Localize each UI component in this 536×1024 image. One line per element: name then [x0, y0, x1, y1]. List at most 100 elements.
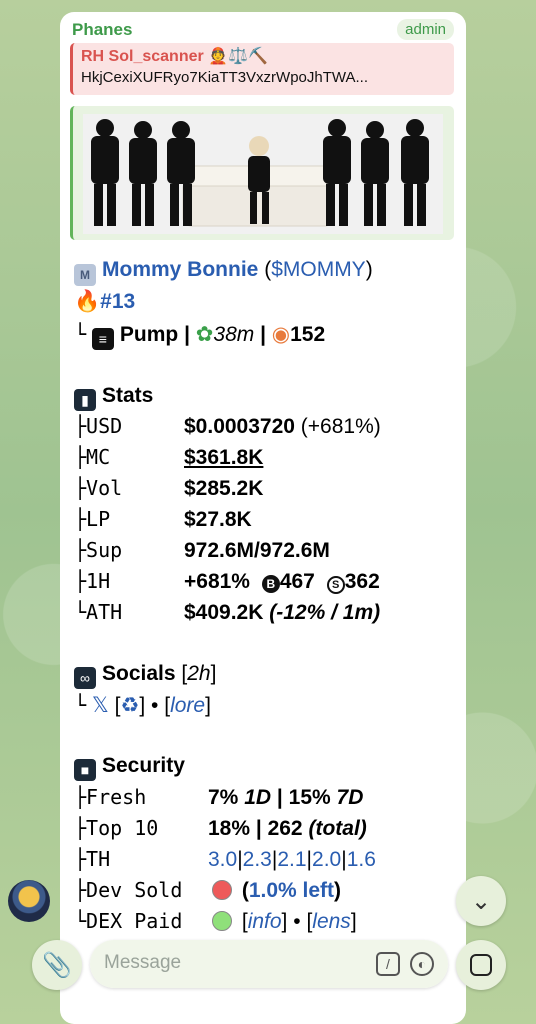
sticker-icon[interactable]: ◐ [410, 952, 434, 976]
stats-row-ath: └ATH $409.2K (-12% / 1m) [74, 600, 380, 625]
stats-row-mc: ├MC $361.8K [74, 445, 263, 470]
info-link[interactable]: info [248, 910, 282, 933]
sender-avatar[interactable] [8, 880, 50, 922]
security-row-fresh: ├Fresh 7% 1D | 15% 7D [74, 785, 363, 810]
fresh-1d: 7% [208, 786, 239, 809]
sell-count: 362 [344, 570, 380, 593]
holder-link[interactable]: 3.0 [208, 848, 237, 871]
security-label: ├TH [74, 847, 111, 871]
stat-value: $285.2K [184, 477, 264, 500]
bullet: • [293, 910, 301, 933]
dev-left-link[interactable]: 1.0% left [249, 879, 334, 902]
socials-title: Socials [102, 662, 176, 685]
instagram-camera-icon [470, 954, 492, 976]
socials-age: 2h [187, 662, 211, 685]
token-symbol-link[interactable]: $MOMMY [271, 258, 366, 281]
admin-badge: admin [397, 19, 454, 40]
stat-value: $27.8K [184, 508, 252, 531]
holder-link[interactable]: 1.6 [347, 848, 376, 871]
paren: ( [241, 879, 249, 902]
bracket: ] [210, 662, 217, 685]
holder-link[interactable]: 2.1 [277, 848, 306, 871]
stats-heading: ▮ Stats [74, 384, 153, 411]
security-label: ├Top 10 [74, 816, 159, 840]
stat-value: +681% [184, 570, 250, 593]
solana-icon: ≡ [91, 328, 114, 350]
separator: | [276, 786, 283, 809]
fresh-7d-period: 7D [336, 786, 364, 809]
socials-row: └ 𝕏 [♻] • [lore] [74, 693, 211, 718]
stat-label: ├Vol [74, 476, 123, 500]
tree-branch: └ [74, 693, 87, 717]
reply-preview[interactable]: RH Sol_scanner 👲⚖️⛏️ HkjCexiXUFRyo7KiaTT… [70, 43, 454, 95]
scroll-down-button[interactable]: ⌄ [456, 876, 506, 926]
bar-chart-icon: ▮ [74, 389, 96, 411]
token-symbol-suffix: ) [365, 258, 373, 281]
view-count: 152 [290, 323, 326, 346]
top10-total: (total) [308, 817, 367, 840]
x-icon[interactable]: 𝕏 [92, 694, 109, 717]
security-label: ├Dev Sold [74, 878, 183, 902]
token-logo-icon: M [74, 264, 96, 286]
reply-text: HkjCexiXUFRyo7KiaTT3VxzrWpoJhTWA... [81, 69, 368, 86]
rank-link[interactable]: #13 [100, 290, 135, 313]
recycle-icon[interactable]: ♻ [121, 694, 140, 717]
fire-icon: 🔥 [74, 290, 101, 313]
lock-icon: ■ [74, 759, 96, 781]
message-placeholder: Message [104, 952, 182, 973]
message-input[interactable]: Message / ◐ [90, 940, 448, 988]
socials-heading: ∞ Socials [2h] [74, 662, 216, 689]
separator: | [178, 323, 196, 346]
attach-button[interactable]: 📎 [32, 940, 82, 990]
link-icon: ∞ [74, 667, 96, 689]
security-row-dex: └DEX Paid [info] • [lens] [74, 909, 357, 934]
bracket: ] [139, 694, 146, 717]
security-row-dev: ├Dev Sold (1.0% left) [74, 878, 341, 903]
red-circle-icon [212, 880, 232, 900]
holder-link[interactable]: 2.0 [312, 848, 341, 871]
buy-count: 467 [279, 570, 315, 593]
stat-value: $409.2K [184, 601, 264, 624]
paperclip-icon: 📎 [42, 951, 72, 979]
sell-icon: S [326, 576, 345, 594]
stat-value: $0.0003720 [184, 415, 295, 438]
bracket: ] [205, 694, 211, 717]
hooded-figures-image [83, 114, 443, 234]
green-circle-icon [212, 911, 232, 931]
security-title: Security [102, 754, 185, 777]
security-row-th: ├TH 3.0|2.3|2.1|2.0|1.6 [74, 847, 376, 871]
market-cap-link[interactable]: $361.8K [184, 446, 263, 469]
media-preview[interactable] [70, 106, 454, 240]
seedling-icon: ✿ [195, 323, 214, 346]
stat-label: ├LP [74, 507, 111, 531]
lore-link[interactable]: lore [170, 694, 205, 717]
token-age: 38m [213, 323, 255, 346]
holder-link[interactable]: 2.3 [243, 848, 272, 871]
token-title: M Mommy Bonnie ($MOMMY) [74, 258, 373, 286]
stats-row-sup: ├Sup 972.6M/972.6M [74, 538, 330, 563]
camera-button[interactable] [456, 940, 506, 990]
lens-link[interactable]: lens [312, 910, 351, 933]
platform-line: └ ≡ Pump | ✿38m | ◉152 [74, 322, 325, 350]
dev-left-suffix: ) [334, 879, 342, 902]
sender-name[interactable]: Phanes [72, 20, 132, 40]
stat-change: (+681%) [300, 415, 381, 438]
bullet: • [151, 694, 159, 717]
stats-row-lp: ├LP $27.8K [74, 507, 252, 532]
message-bubble[interactable]: Phanes admin RH Sol_scanner 👲⚖️⛏️ HkjCex… [60, 12, 466, 1024]
security-label: ├Fresh [74, 785, 147, 809]
security-heading: ■ Security [74, 754, 185, 781]
stats-row-usd: ├USD $0.0003720 (+681%) [74, 414, 381, 439]
top10-value: 18% | 262 [208, 817, 303, 840]
token-name-link[interactable]: Mommy Bonnie [102, 258, 258, 281]
commands-icon[interactable]: / [376, 952, 400, 976]
stat-label: ├USD [74, 414, 123, 438]
stat-label: └ATH [74, 600, 123, 624]
security-row-top10: ├Top 10 18% | 262 (total) [74, 816, 367, 841]
bracket: ] [281, 910, 288, 933]
ath-change: (-12% / 1m) [269, 601, 381, 624]
rank-line: 🔥#13 [74, 290, 135, 314]
tree-branch: └ [74, 322, 87, 346]
stat-label: ├Sup [74, 538, 123, 562]
chevron-down-icon: ⌄ [470, 887, 492, 915]
